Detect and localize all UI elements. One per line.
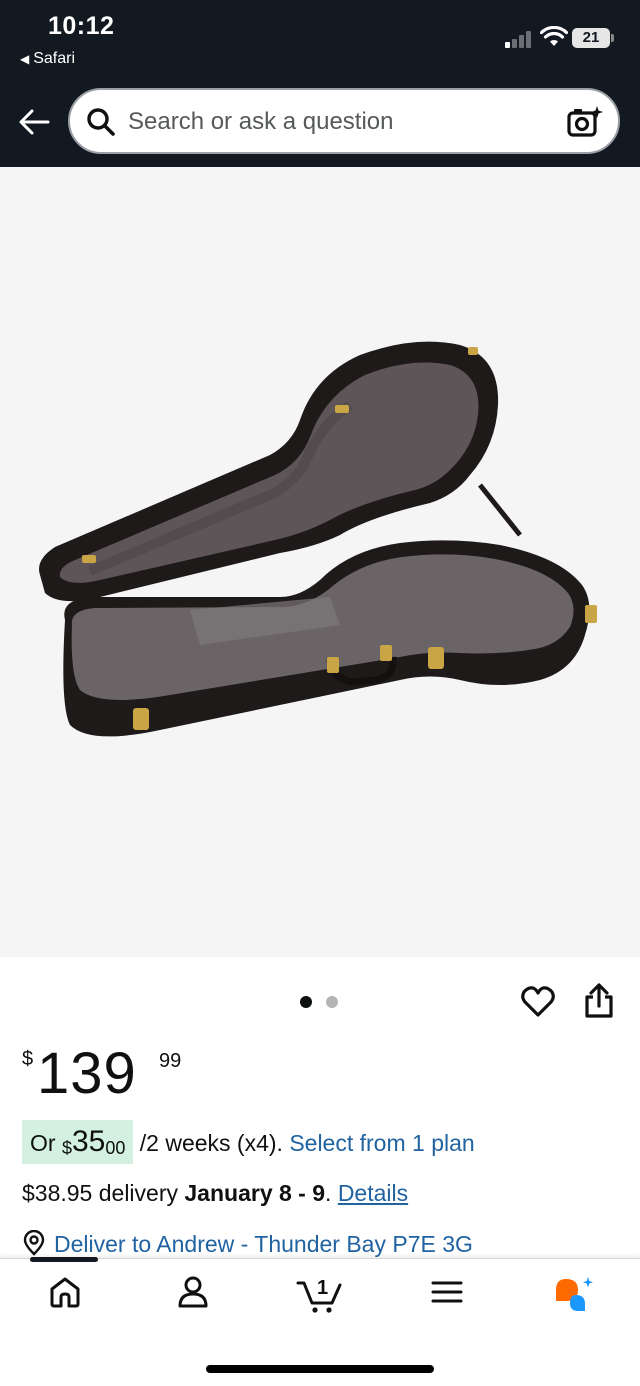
location-pin-icon bbox=[23, 1230, 45, 1256]
guitar-case-image bbox=[39, 341, 597, 737]
carousel-dots[interactable] bbox=[300, 995, 350, 1009]
price-whole: 139 bbox=[37, 1041, 137, 1106]
product-page: 10:12 ◀ Safari 21 Search or ask a questi… bbox=[0, 0, 640, 1386]
home-icon bbox=[50, 1277, 80, 1308]
carousel-dot[interactable] bbox=[326, 996, 338, 1008]
delivery-info: $38.95 delivery January 8 - 9. Details bbox=[22, 1180, 408, 1207]
cellular-signal-icon bbox=[505, 30, 535, 48]
nav-menu[interactable] bbox=[430, 1275, 490, 1325]
plan-amount-whole: 35 bbox=[71, 1125, 106, 1158]
menu-icon bbox=[431, 1281, 463, 1303]
payment-plan-line: Or $3500 /2 weeks (x4). Select from 1 pl… bbox=[22, 1120, 475, 1164]
nav-assistant[interactable] bbox=[552, 1275, 612, 1325]
back-arrow-icon[interactable] bbox=[16, 104, 52, 140]
delivery-cost: $38.95 delivery bbox=[22, 1180, 178, 1206]
plan-term: /2 weeks (x4). bbox=[139, 1130, 283, 1156]
back-app-label: Safari bbox=[33, 50, 76, 67]
active-tab-indicator bbox=[30, 1257, 98, 1262]
status-time: 10:12 bbox=[48, 12, 115, 40]
home-indicator bbox=[206, 1365, 434, 1373]
nav-account[interactable] bbox=[176, 1275, 236, 1325]
heart-icon[interactable] bbox=[520, 984, 556, 1020]
cart-count: 1 bbox=[317, 1277, 329, 1299]
select-plan-link[interactable]: Select from 1 plan bbox=[289, 1130, 474, 1156]
delivery-period: . bbox=[325, 1180, 332, 1206]
search-icon bbox=[87, 108, 115, 136]
plan-currency: $ bbox=[61, 1138, 72, 1158]
battery-indicator: 21 bbox=[572, 28, 614, 48]
delivery-details-link[interactable]: Details bbox=[338, 1180, 408, 1206]
search-bar[interactable] bbox=[68, 88, 620, 154]
camera-search-icon[interactable] bbox=[566, 104, 604, 140]
search-input[interactable] bbox=[128, 106, 548, 138]
product-image-carousel[interactable] bbox=[0, 167, 640, 957]
back-to-app-link[interactable]: ◀ Safari bbox=[20, 50, 75, 68]
back-triangle-icon: ◀ bbox=[20, 52, 30, 66]
nav-cart[interactable]: 1 bbox=[296, 1275, 356, 1325]
plan-highlight: Or $3500 bbox=[22, 1120, 134, 1164]
person-icon bbox=[178, 1276, 208, 1308]
header: 10:12 ◀ Safari 21 bbox=[0, 0, 640, 167]
wifi-icon bbox=[540, 26, 568, 46]
rufus-icon bbox=[556, 1277, 593, 1311]
plan-amount-fraction: 00 bbox=[105, 1138, 126, 1158]
share-icon[interactable] bbox=[582, 982, 616, 1020]
deliver-to-link[interactable]: Deliver to Andrew - Thunder Bay P7E 3G bbox=[22, 1230, 473, 1258]
price-fraction: 99 bbox=[159, 1050, 182, 1072]
nav-home[interactable] bbox=[48, 1275, 108, 1325]
deliver-to-text: Deliver to Andrew - Thunder Bay P7E 3G bbox=[54, 1231, 473, 1257]
plan-prefix: Or bbox=[30, 1130, 62, 1156]
delivery-dates: January 8 - 9 bbox=[184, 1180, 326, 1206]
price-currency: $ bbox=[22, 1048, 34, 1070]
status-bar: 10:12 ◀ Safari 21 bbox=[0, 0, 640, 80]
carousel-dot-active[interactable] bbox=[300, 996, 312, 1008]
